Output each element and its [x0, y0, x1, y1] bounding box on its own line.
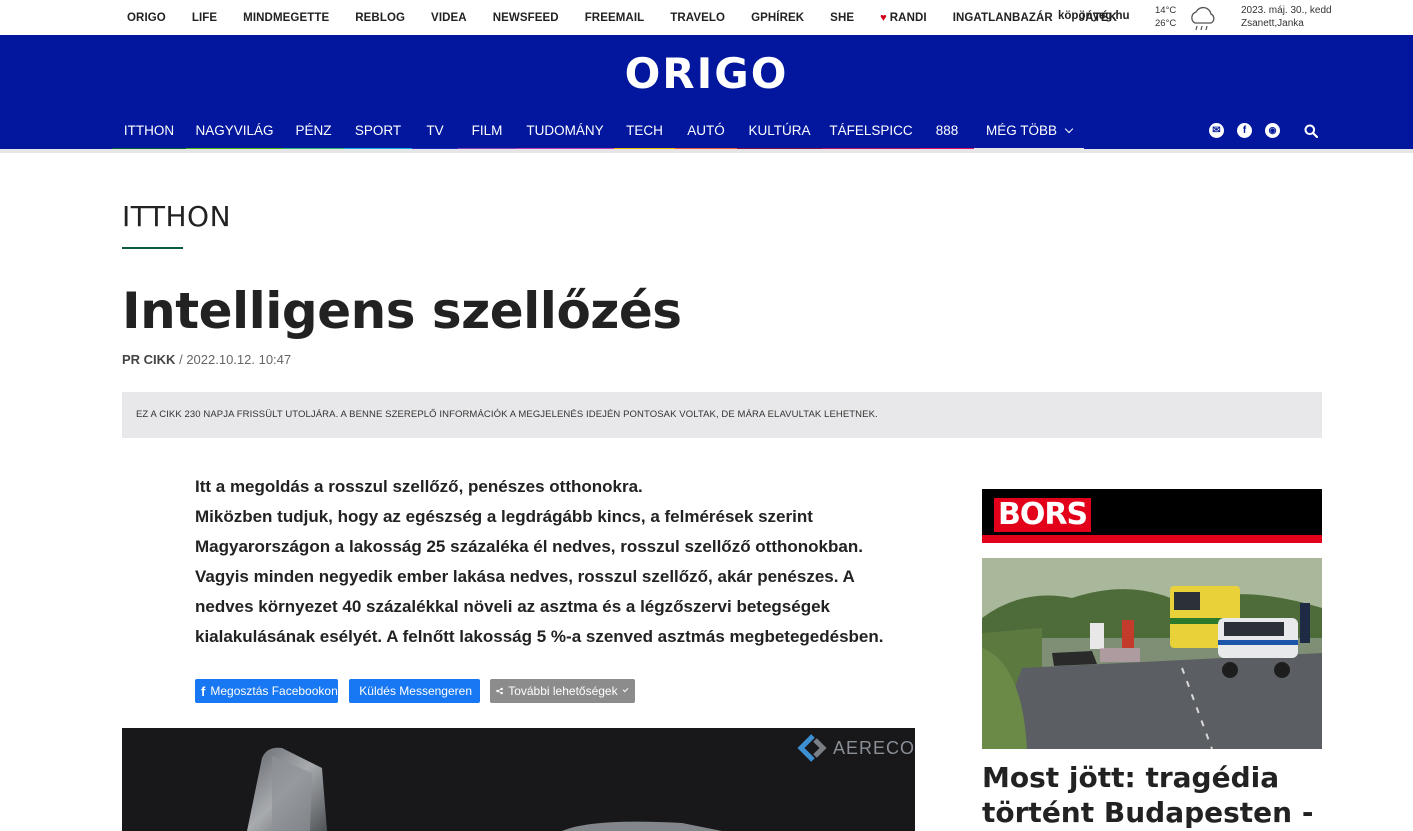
publish-date: 2022.10.12. 10:47	[186, 352, 292, 367]
bors-banner[interactable]: BORS	[982, 489, 1322, 543]
nav-item-sport[interactable]: SPORT	[344, 119, 412, 152]
news-headline[interactable]: Most jött: tragédia történt Budapesten -	[982, 760, 1322, 830]
accident-scene-photo	[982, 558, 1322, 749]
share-messenger-label: Küldés Messengeren	[359, 684, 472, 698]
share-messenger-button[interactable]: Küldés Messengeren	[349, 679, 480, 703]
network-link-randi[interactable]: ♥ RANDI	[880, 12, 927, 24]
facebook-icon: f	[201, 683, 206, 699]
rss-icon[interactable]: ◉	[1265, 123, 1280, 138]
lead-line: Itt a megoldás a rosszul szellőző, penés…	[195, 477, 643, 496]
nav-label: FILM	[471, 123, 503, 138]
nav-label: TECH	[626, 123, 663, 138]
nav-item-888[interactable]: 888	[920, 119, 974, 152]
facebook-icon[interactable]: f	[1237, 123, 1252, 138]
weather-site-link[interactable]: köpönyeg.hu	[1058, 10, 1130, 22]
main-nav: ITTHON NAGYVILÁG PÉNZ SPORT TV FILM TUDO…	[112, 119, 1084, 152]
bors-red-strip	[982, 535, 1322, 543]
nav-item-nagyvilag[interactable]: NAGYVILÁG	[186, 119, 283, 152]
network-nav: ORIGO LIFE MINDMEGETTE REBLOG VIDEA NEWS…	[114, 0, 1130, 35]
nav-item-itthon[interactable]: ITTHON	[112, 119, 186, 152]
aereco-logo-mark	[797, 734, 827, 762]
aereco-wordmark: AERECO	[833, 737, 916, 758]
article-title: Intelligens szellőzés	[122, 282, 682, 340]
nav-label: MÉG TÖBB	[985, 123, 1057, 138]
article-lead: Itt a megoldás a rosszul szellőző, penés…	[195, 472, 915, 652]
rain-cloud-icon	[1191, 6, 1215, 31]
nav-label: TÁFELSPICC	[829, 123, 913, 138]
news-image[interactable]	[982, 558, 1322, 749]
nav-label: TUDOMÁNY	[526, 123, 604, 138]
current-date: 2023. máj. 30., kedd	[1241, 5, 1332, 16]
nav-underbar	[0, 149, 1413, 153]
site-header: ORIGO ITTHON NAGYVILÁG PÉNZ SPORT TV FIL…	[0, 35, 1413, 152]
nav-label: TV	[426, 123, 444, 138]
network-link-newsfeed[interactable]: NEWSFEED	[493, 12, 559, 24]
lead-line: Miközben tudjuk, hogy az egészség a legd…	[195, 507, 813, 526]
network-link-travelo[interactable]: TRAVELO	[670, 12, 725, 24]
byline: PR CIKK / 2022.10.12. 10:47	[122, 352, 291, 367]
temperature-readout: 14°C 26°C	[1155, 4, 1176, 30]
nav-item-tv[interactable]: TV	[412, 119, 458, 152]
network-link-reblog[interactable]: REBLOG	[355, 12, 405, 24]
network-link-origo[interactable]: ORIGO	[127, 12, 166, 24]
nav-label: AUTÓ	[687, 123, 725, 138]
lead-line: Vagyis minden negyedik ember lakása nedv…	[195, 567, 855, 586]
heart-icon: ♥	[880, 11, 887, 24]
origo-logo[interactable]: ORIGO	[0, 49, 1413, 98]
share-facebook-label: Megosztás Facebookon	[210, 684, 338, 698]
chevron-down-icon	[1064, 124, 1074, 134]
aereco-logo: AERECO	[797, 734, 915, 762]
outdated-notice: EZ A CIKK 230 NAPJA FRISSÜLT UTOLJÁRA. A…	[122, 392, 1322, 438]
temp-low: 14°C	[1155, 5, 1177, 16]
nav-label: 888	[935, 123, 959, 138]
network-link-she[interactable]: SHE	[830, 12, 854, 24]
network-link-ingatlanbazar[interactable]: INGATLANBAZÁR	[953, 12, 1053, 24]
bors-logo: BORS	[994, 498, 1092, 532]
top-bar: ORIGO LIFE MINDMEGETTE REBLOG VIDEA NEWS…	[0, 0, 1413, 35]
nav-label: KULTÚRA	[748, 123, 811, 138]
network-link-mindmegette[interactable]: MINDMEGETTE	[243, 12, 329, 24]
nav-item-tudomany[interactable]: TUDOMÁNY	[516, 119, 614, 152]
section-label[interactable]: ITTHON	[122, 200, 231, 233]
lead-line: nedves környezet 40 százalékkal növeli a…	[195, 597, 830, 616]
nav-item-tech[interactable]: TECH	[614, 119, 675, 152]
share-facebook-button[interactable]: f Megosztás Facebookon	[195, 679, 338, 703]
email-icon[interactable]: ✉	[1209, 123, 1224, 138]
share-more-label: További lehetőségek	[508, 684, 618, 698]
nav-label: PÉNZ	[295, 123, 332, 138]
author[interactable]: PR CIKK	[122, 352, 175, 367]
temp-high: 26°C	[1155, 18, 1177, 29]
network-link-life[interactable]: LIFE	[192, 12, 217, 24]
namedays: Zsanett,Janka	[1241, 18, 1304, 29]
nav-label: SPORT	[354, 123, 402, 138]
date-info: 2023. máj. 30., kedd Zsanett,Janka	[1241, 4, 1332, 30]
nav-label: ITTHON	[123, 123, 175, 138]
chevron-down-icon	[622, 686, 629, 693]
lead-line: Magyarországon a lakosság 25 százaléka é…	[195, 537, 863, 556]
share-more-button[interactable]: További lehetőségek	[490, 679, 635, 703]
section-underline	[122, 247, 183, 249]
nav-label: NAGYVILÁG	[195, 123, 274, 138]
nav-item-tafelspicc[interactable]: TÁFELSPICC	[822, 119, 920, 152]
lead-line: kialakulásának esélyét. A felnőtt lakoss…	[195, 627, 884, 646]
network-link-gphirek[interactable]: GPHÍREK	[751, 12, 804, 24]
nav-item-penz[interactable]: PÉNZ	[283, 119, 344, 152]
search-icon[interactable]	[1304, 124, 1318, 138]
network-link-freemail[interactable]: FREEMAIL	[585, 12, 645, 24]
share-icon	[496, 687, 503, 695]
nav-item-auto[interactable]: AUTÓ	[675, 119, 737, 152]
nav-item-kultura[interactable]: KULTÚRA	[737, 119, 822, 152]
network-link-videa[interactable]: VIDEA	[431, 12, 467, 24]
randi-label: RANDI	[889, 11, 927, 24]
nav-item-meg-tobb[interactable]: MÉG TÖBB	[974, 119, 1084, 152]
nav-item-film[interactable]: FILM	[458, 119, 516, 152]
